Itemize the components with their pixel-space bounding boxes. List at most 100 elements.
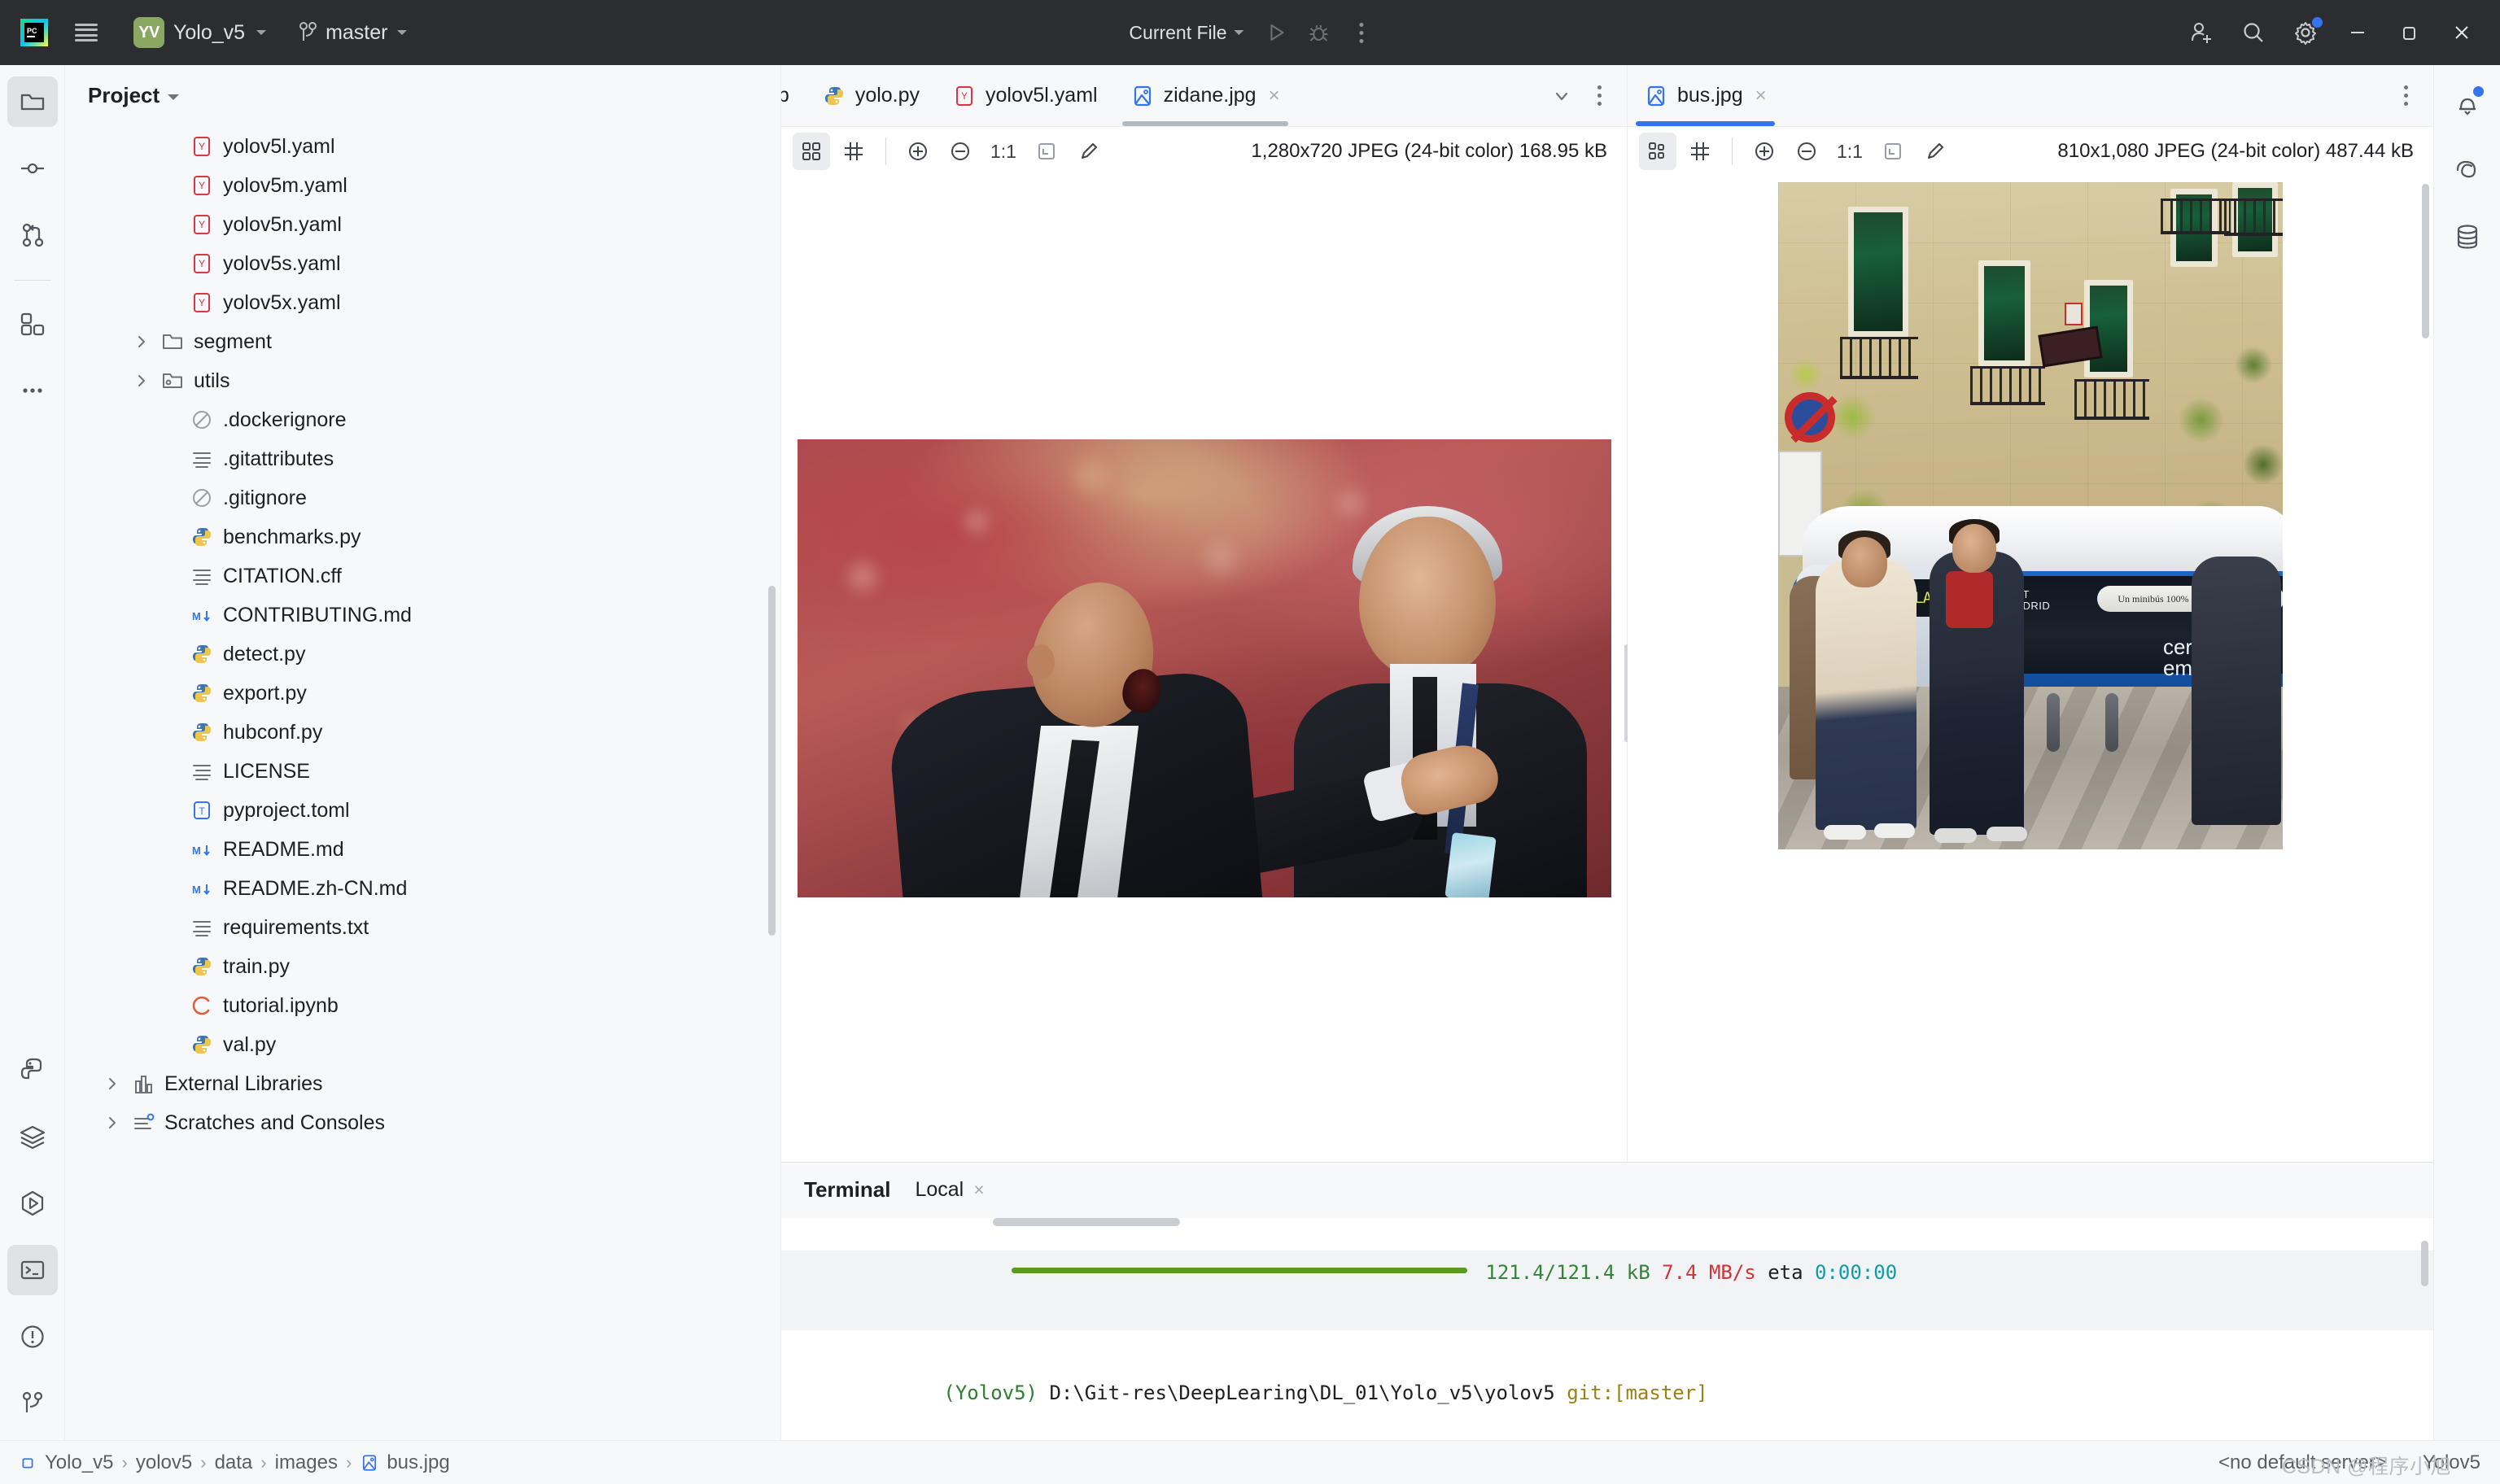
fit-content-icon[interactable] xyxy=(1874,133,1912,170)
more-run-options-button[interactable] xyxy=(1342,13,1381,52)
tree-item[interactable]: External Libraries xyxy=(65,1064,780,1103)
sidebar-item-database[interactable] xyxy=(2442,212,2493,262)
maximize-button[interactable] xyxy=(2386,10,2433,55)
search-button[interactable] xyxy=(2230,10,2277,55)
breadcrumb-item[interactable]: yolov5 xyxy=(136,1451,192,1474)
tree-expand-arrow[interactable] xyxy=(103,1114,122,1132)
tree-expand-arrow[interactable] xyxy=(103,1075,122,1093)
tree-item[interactable]: M README.zh-CN.md xyxy=(65,869,780,908)
editor-tab-bus-jpg[interactable]: bus.jpg × xyxy=(1628,65,1783,126)
project-file-tree[interactable]: Yyolov5l.yaml Yyolov5m.yaml Yyolov5n.yaml Y… xyxy=(65,125,780,1440)
tree-item[interactable]: benchmarks.py xyxy=(65,517,780,556)
main-menu-button[interactable] xyxy=(65,10,107,55)
sidebar-item-commit[interactable] xyxy=(7,143,58,194)
project-panel-header[interactable]: Project xyxy=(65,65,780,125)
tree-item[interactable]: .gitattributes xyxy=(65,439,780,478)
markdown-file-icon: M xyxy=(192,884,210,896)
debug-button[interactable] xyxy=(1300,13,1339,52)
tree-expand-arrow[interactable] xyxy=(132,333,151,351)
tree-item[interactable]: M CONTRIBUTING.md xyxy=(65,596,780,635)
tree-item[interactable]: LICENSE xyxy=(65,752,780,791)
sidebar-item-problems[interactable] xyxy=(7,1312,58,1362)
branch-selector[interactable]: master xyxy=(291,16,415,50)
transparency-grid-icon[interactable] xyxy=(793,133,830,170)
default-server-label[interactable]: <no default server> xyxy=(2218,1451,2387,1474)
interpreter-label[interactable]: Yolov5 xyxy=(2423,1451,2480,1474)
sidebar-item-terminal[interactable] xyxy=(7,1245,58,1295)
tree-item[interactable]: val.py xyxy=(65,1025,780,1064)
edit-external-icon[interactable] xyxy=(1917,133,1954,170)
image-pane-scrollbar[interactable] xyxy=(2422,184,2429,338)
tree-item[interactable]: tutorial.ipynb xyxy=(65,986,780,1025)
actual-size-label[interactable]: 1:1 xyxy=(984,141,1023,163)
maximize-icon xyxy=(2403,27,2415,40)
editor-tab-yolov5l-yaml[interactable]: Yyolov5l.yaml xyxy=(936,65,1114,126)
breadcrumb-item[interactable]: images xyxy=(275,1451,338,1474)
terminal-output[interactable]: Downloading urllib3-2.2.2-py3-none-any.w… xyxy=(781,1217,2433,1440)
actual-size-label[interactable]: 1:1 xyxy=(1830,141,1869,163)
breadcrumb[interactable]: Yolo_v5 › yolov5 › data › images › bus.jpg xyxy=(18,1451,450,1474)
zoom-in-icon[interactable] xyxy=(899,133,937,170)
grid-icon[interactable] xyxy=(835,133,872,170)
sidebar-item-services[interactable] xyxy=(7,1111,58,1162)
tree-item[interactable]: train.py xyxy=(65,947,780,986)
tree-item[interactable]: hubconf.py xyxy=(65,713,780,752)
settings-button[interactable] xyxy=(2282,10,2329,55)
close-button[interactable] xyxy=(2438,10,2485,55)
tree-item[interactable]: M README.md xyxy=(65,830,780,869)
tree-expand-arrow[interactable] xyxy=(132,372,151,390)
tree-item[interactable]: detect.py xyxy=(65,635,780,674)
run-button[interactable] xyxy=(1257,13,1296,52)
project-selector[interactable]: YV Yolo_v5 xyxy=(127,12,274,53)
sidebar-item-python-console[interactable] xyxy=(7,1045,58,1095)
sidebar-item-run[interactable] xyxy=(7,1178,58,1229)
close-icon[interactable]: × xyxy=(973,1179,984,1201)
sidebar-item-project[interactable] xyxy=(7,76,58,127)
tree-item[interactable]: Yyolov5s.yaml xyxy=(65,244,780,283)
tree-item[interactable]: .dockerignore xyxy=(65,400,780,439)
editor-tab-yolo-py[interactable]: yolo.py xyxy=(806,65,936,126)
tab-options-button[interactable] xyxy=(2389,75,2422,117)
run-configuration-selector[interactable]: Current File xyxy=(1119,17,1253,49)
tree-item[interactable]: Yyolov5n.yaml xyxy=(65,205,780,244)
terminal-tab-local[interactable]: Local × xyxy=(915,1178,984,1202)
tree-item[interactable]: .gitignore xyxy=(65,478,780,517)
tree-item[interactable]: requirements.txt xyxy=(65,908,780,947)
tree-item[interactable]: Tpyproject.toml xyxy=(65,791,780,830)
tree-item[interactable]: utils xyxy=(65,361,780,400)
grid-icon[interactable] xyxy=(1681,133,1719,170)
tab-options-button[interactable] xyxy=(1583,75,1615,117)
edit-external-icon[interactable] xyxy=(1070,133,1108,170)
tree-item[interactable]: Scratches and Consoles xyxy=(65,1103,780,1142)
zoom-in-icon[interactable] xyxy=(1746,133,1783,170)
close-icon[interactable]: × xyxy=(1755,85,1767,107)
breadcrumb-item[interactable]: data xyxy=(215,1451,253,1474)
transparency-grid-icon[interactable] xyxy=(1639,133,1676,170)
tree-item[interactable]: Yyolov5l.yaml xyxy=(65,127,780,166)
image-canvas-bus[interactable]: M1 SOL SEVILLA EMT MADRID Un minibús 100… xyxy=(1628,176,2433,1162)
sidebar-item-more[interactable] xyxy=(7,365,58,416)
sidebar-item-notifications[interactable] xyxy=(2442,78,2493,129)
zoom-out-icon[interactable] xyxy=(942,133,979,170)
minimize-button[interactable] xyxy=(2334,10,2381,55)
tree-item[interactable]: CITATION.cff xyxy=(65,556,780,596)
tree-item[interactable]: segment xyxy=(65,322,780,361)
tree-item[interactable]: Yyolov5x.yaml xyxy=(65,283,780,322)
account-button[interactable] xyxy=(2178,10,2225,55)
breadcrumb-item[interactable]: Yolo_v5 xyxy=(18,1451,114,1474)
project-tree-scrollbar[interactable] xyxy=(768,586,776,936)
fit-content-icon[interactable] xyxy=(1028,133,1065,170)
editor-tab-nb[interactable]: nb xyxy=(781,65,806,126)
close-icon[interactable]: × xyxy=(1269,85,1280,107)
breadcrumb-item[interactable]: bus.jpg xyxy=(360,1451,450,1474)
sidebar-item-pull-requests[interactable] xyxy=(7,210,58,260)
sidebar-item-plugins[interactable] xyxy=(7,299,58,349)
tree-item[interactable]: Yyolov5m.yaml xyxy=(65,166,780,205)
sidebar-item-git[interactable] xyxy=(7,1378,58,1429)
zoom-out-icon[interactable] xyxy=(1788,133,1825,170)
sidebar-item-ai-assistant[interactable] xyxy=(2442,145,2493,195)
tab-list-dropdown-button[interactable] xyxy=(1544,75,1580,117)
editor-tab-zidane-jpg[interactable]: zidane.jpg × xyxy=(1114,65,1296,126)
image-canvas-zidane[interactable] xyxy=(781,176,1627,1162)
tree-item[interactable]: export.py xyxy=(65,674,780,713)
